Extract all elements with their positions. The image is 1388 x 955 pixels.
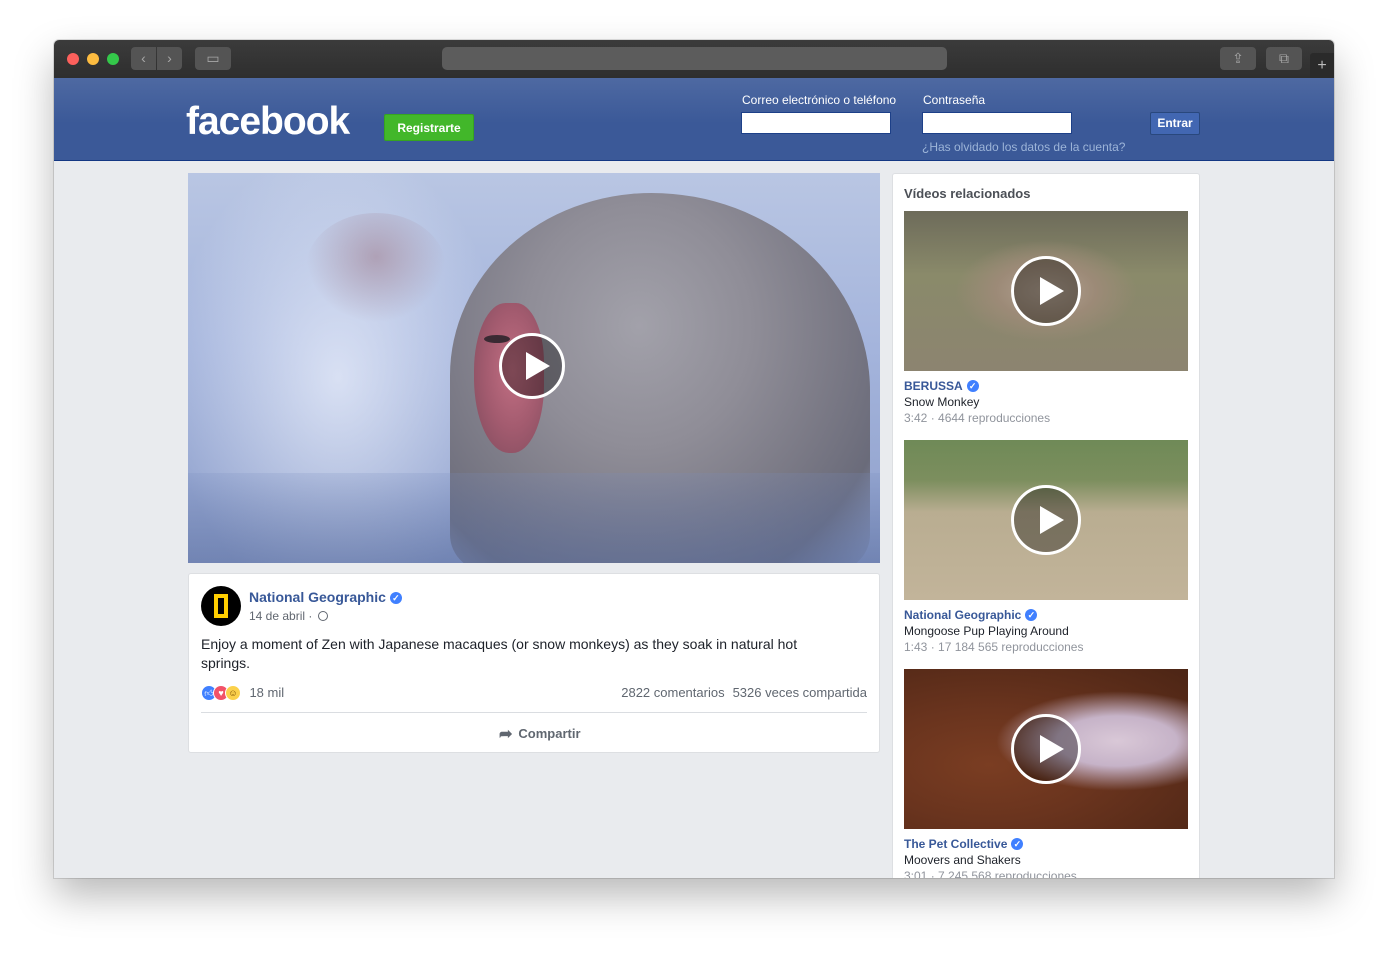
close-window-button[interactable] (67, 53, 79, 65)
browser-toolbar: ‹ › ▭ ⇪ ⧉ + (54, 40, 1334, 79)
chevron-left-icon: ‹ (141, 50, 146, 66)
facebook-logo[interactable]: facebook (186, 100, 350, 144)
post-card: National Geographic ✓ 14 de abril · Enjoy… (188, 573, 880, 753)
video-player[interactable] (188, 173, 880, 563)
post-stats: 2822 comentarios 5326 veces compartida (613, 685, 867, 700)
email-label: Correo electrónico o teléfono (742, 93, 897, 107)
chevron-right-icon: › (167, 50, 172, 66)
post-date: 14 de abril · (249, 609, 313, 623)
shares-count-link[interactable]: 5326 veces compartida (733, 685, 867, 700)
share-arrow-icon: ➦ (499, 726, 513, 743)
play-icon[interactable] (1011, 485, 1081, 555)
video-thumbnail[interactable] (904, 440, 1188, 600)
minimize-window-button[interactable] (87, 53, 99, 65)
video-title[interactable]: Mongoose Pup Playing Around (904, 624, 1189, 638)
video-title[interactable]: Moovers and Shakers (904, 853, 1189, 867)
share-button[interactable]: ⇪ (1220, 47, 1256, 70)
share-label: Compartir (518, 726, 581, 741)
page-name-link[interactable]: National Geographic ✓ (249, 589, 402, 605)
reaction-count: 18 mil (249, 685, 285, 701)
video-frame-background-monkey (306, 213, 446, 323)
video-meta: 3:01 · 7 245 568 reproducciones (904, 869, 1077, 878)
channel-name: BERUSSA (904, 379, 963, 393)
verified-badge-icon: ✓ (1011, 838, 1024, 850)
verified-badge-icon: ✓ (389, 592, 402, 604)
tab-overview-button[interactable]: ⧉ (1266, 47, 1302, 70)
play-icon[interactable] (1011, 714, 1081, 784)
channel-link[interactable]: BERUSSA ✓ (904, 379, 1189, 393)
post-text: Enjoy a moment of Zen with Japanese maca… (201, 636, 798, 671)
divider (201, 712, 867, 713)
post-timestamp[interactable]: 14 de abril · (249, 609, 328, 623)
channel-name: National Geographic (904, 608, 1022, 622)
plus-icon: + (1317, 57, 1327, 74)
national-geographic-logo-icon (214, 594, 228, 618)
tabs-icon: ⧉ (1279, 50, 1289, 66)
related-video-item[interactable]: BERUSSA ✓ Snow Monkey 3:42 · 4644 reprodu… (904, 211, 1189, 425)
channel-name: The Pet Collective (904, 837, 1008, 851)
password-label: Contraseña (923, 93, 986, 107)
reactions-summary[interactable]: 👍︎ ♥ ☺ 18 mil (201, 684, 284, 702)
related-videos-title: Vídeos relacionados (904, 186, 1031, 201)
share-icon: ⇪ (1232, 50, 1244, 66)
verified-badge-icon: ✓ (1025, 609, 1038, 621)
comments-count-link[interactable]: 2822 comentarios (621, 685, 724, 700)
sidebar-toggle-button[interactable]: ▭ (195, 47, 231, 70)
channel-link[interactable]: The Pet Collective ✓ (904, 837, 1189, 851)
back-button[interactable]: ‹ (131, 47, 156, 70)
play-icon[interactable] (499, 333, 565, 399)
browser-window: ‹ › ▭ ⇪ ⧉ + facebook Registrarte Correo … (54, 40, 1334, 878)
forward-button[interactable]: › (157, 47, 182, 70)
sidebar-icon: ▭ (206, 50, 220, 66)
address-bar[interactable] (442, 47, 947, 70)
page-name: National Geographic (249, 589, 386, 605)
video-frame-monkey-eye (484, 335, 510, 343)
verified-badge-icon: ✓ (966, 380, 979, 392)
zoom-window-button[interactable] (107, 53, 119, 65)
video-meta: 3:42 · 4644 reproducciones (904, 411, 1051, 425)
related-videos-panel: Vídeos relacionados BERUSSA ✓ Snow Monkey… (892, 173, 1200, 878)
facebook-header: facebook Registrarte Correo electrónico … (54, 78, 1334, 161)
video-meta: 1:43 · 17 184 565 reproducciones (904, 640, 1084, 654)
video-frame-water (188, 473, 880, 563)
password-field[interactable] (922, 112, 1072, 134)
globe-icon (317, 611, 328, 621)
haha-reaction-icon: ☺ (225, 684, 241, 701)
forgot-account-link[interactable]: ¿Has olvidado los datos de la cuenta? (922, 140, 1125, 154)
email-field[interactable] (741, 112, 891, 134)
related-video-item[interactable]: National Geographic ✓ Mongoose Pup Playin… (904, 440, 1189, 654)
channel-link[interactable]: National Geographic ✓ (904, 608, 1189, 622)
avatar[interactable] (201, 586, 241, 626)
play-icon[interactable] (1011, 256, 1081, 326)
video-title[interactable]: Snow Monkey (904, 395, 1189, 409)
share-post-button[interactable]: ➦ Compartir (499, 724, 581, 744)
new-tab-button[interactable]: + (1310, 53, 1334, 78)
login-button[interactable]: Entrar (1150, 112, 1200, 135)
signup-button[interactable]: Registrarte (384, 114, 474, 141)
related-video-item[interactable]: The Pet Collective ✓ Moovers and Shakers … (904, 669, 1189, 878)
video-thumbnail[interactable] (904, 211, 1188, 371)
video-thumbnail[interactable] (904, 669, 1188, 829)
